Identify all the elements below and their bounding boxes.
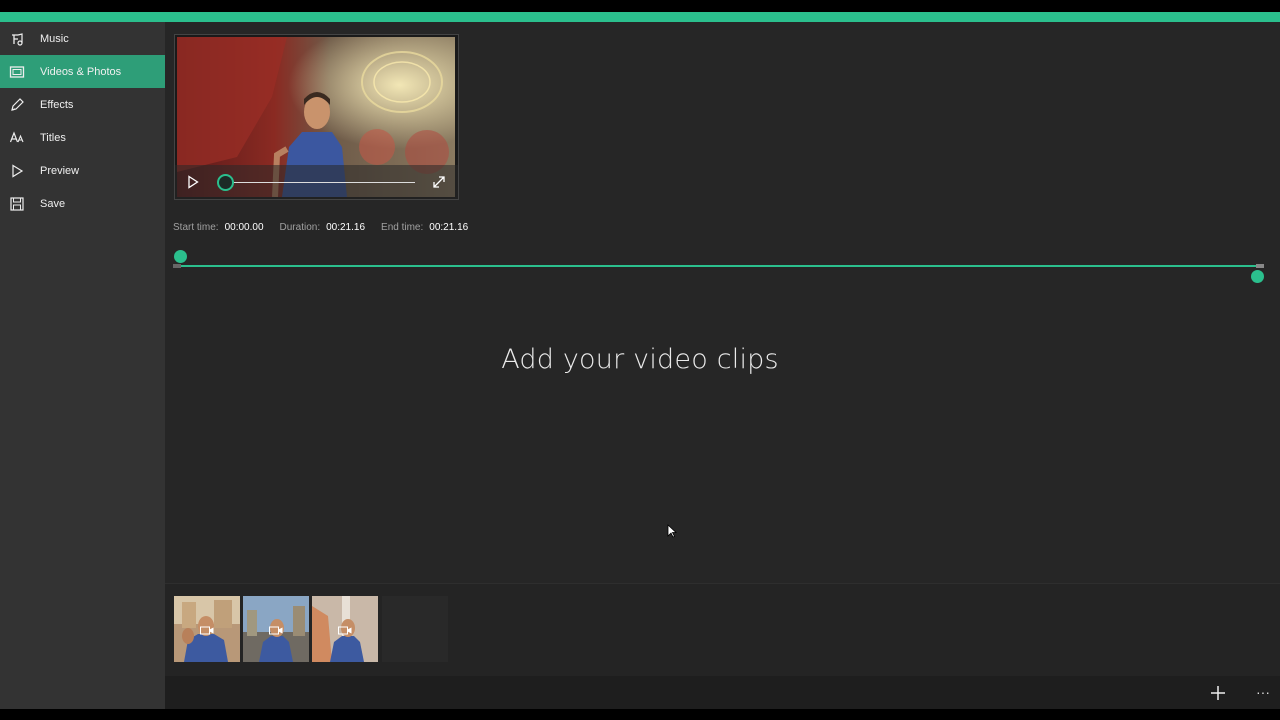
add-button[interactable] <box>1206 681 1230 705</box>
sidebar-item-preview[interactable]: Preview <box>0 154 165 187</box>
clip-tray <box>165 584 1280 676</box>
scrub-track[interactable] <box>225 182 415 183</box>
mouse-cursor-icon <box>667 524 678 538</box>
window-bottom-edge <box>0 709 1280 720</box>
start-time-label: Start time: <box>173 221 219 233</box>
window-top-edge <box>0 0 1280 12</box>
trim-start-marker <box>173 264 181 268</box>
sidebar-item-music[interactable]: Music <box>0 22 165 55</box>
floppy-disk-icon <box>9 196 25 212</box>
sidebar-item-save[interactable]: Save <box>0 187 165 220</box>
duration-value: 00:21.16 <box>326 221 366 233</box>
add-clips-prompt: Add your video clips <box>501 344 779 375</box>
sidebar-item-label: Titles <box>40 131 66 144</box>
sidebar: Music Videos & Photos Effects Titles Pre… <box>0 22 165 709</box>
clip-thumbnail-2[interactable] <box>243 596 309 662</box>
time-info: Start time: 00:00.00 Duration: 00:21.16 … <box>173 220 484 234</box>
play-button[interactable] <box>185 174 201 190</box>
clip-thumbnail-3[interactable] <box>312 596 378 662</box>
play-icon <box>9 163 25 179</box>
trim-start-handle[interactable] <box>174 250 187 263</box>
sidebar-item-label: Preview <box>40 164 80 177</box>
sidebar-item-label: Videos & Photos <box>40 65 122 78</box>
end-time-label: End time: <box>381 221 424 233</box>
command-bar: ··· <box>165 676 1280 709</box>
start-time-value: 00:00.00 <box>224 221 264 233</box>
app-window: Music Videos & Photos Effects Titles Pre… <box>0 22 1280 709</box>
end-time-value: 00:21.16 <box>429 221 469 233</box>
sidebar-item-titles[interactable]: Titles <box>0 121 165 154</box>
accent-bar <box>0 12 1280 22</box>
sidebar-item-videos-photos[interactable]: Videos & Photos <box>0 55 165 88</box>
more-options-button[interactable]: ··· <box>1253 680 1273 704</box>
photo-icon <box>9 64 25 80</box>
video-camera-icon <box>269 626 283 635</box>
trim-timeline[interactable] <box>177 265 1260 267</box>
sidebar-item-label: Effects <box>40 98 74 111</box>
fullscreen-button[interactable] <box>431 174 447 190</box>
plus-icon <box>1211 686 1225 700</box>
play-icon <box>188 175 199 189</box>
video-camera-icon <box>338 626 352 635</box>
duration-label: Duration: <box>279 221 321 233</box>
music-note-icon <box>9 31 25 47</box>
sidebar-item-label: Save <box>40 197 66 210</box>
video-camera-icon <box>200 626 214 635</box>
sidebar-item-label: Music <box>40 32 69 45</box>
expand-icon <box>433 176 445 188</box>
clip-thumbnail-1[interactable] <box>174 596 240 662</box>
sidebar-item-effects[interactable]: Effects <box>0 88 165 121</box>
clip-thumbnail-placeholder <box>382 596 448 662</box>
video-preview[interactable] <box>174 34 459 200</box>
trim-end-marker <box>1256 264 1264 268</box>
pencil-icon <box>9 97 25 113</box>
font-icon <box>9 130 25 146</box>
player-controls <box>175 165 458 199</box>
scrub-thumb[interactable] <box>217 174 234 191</box>
trim-end-handle[interactable] <box>1251 270 1264 283</box>
